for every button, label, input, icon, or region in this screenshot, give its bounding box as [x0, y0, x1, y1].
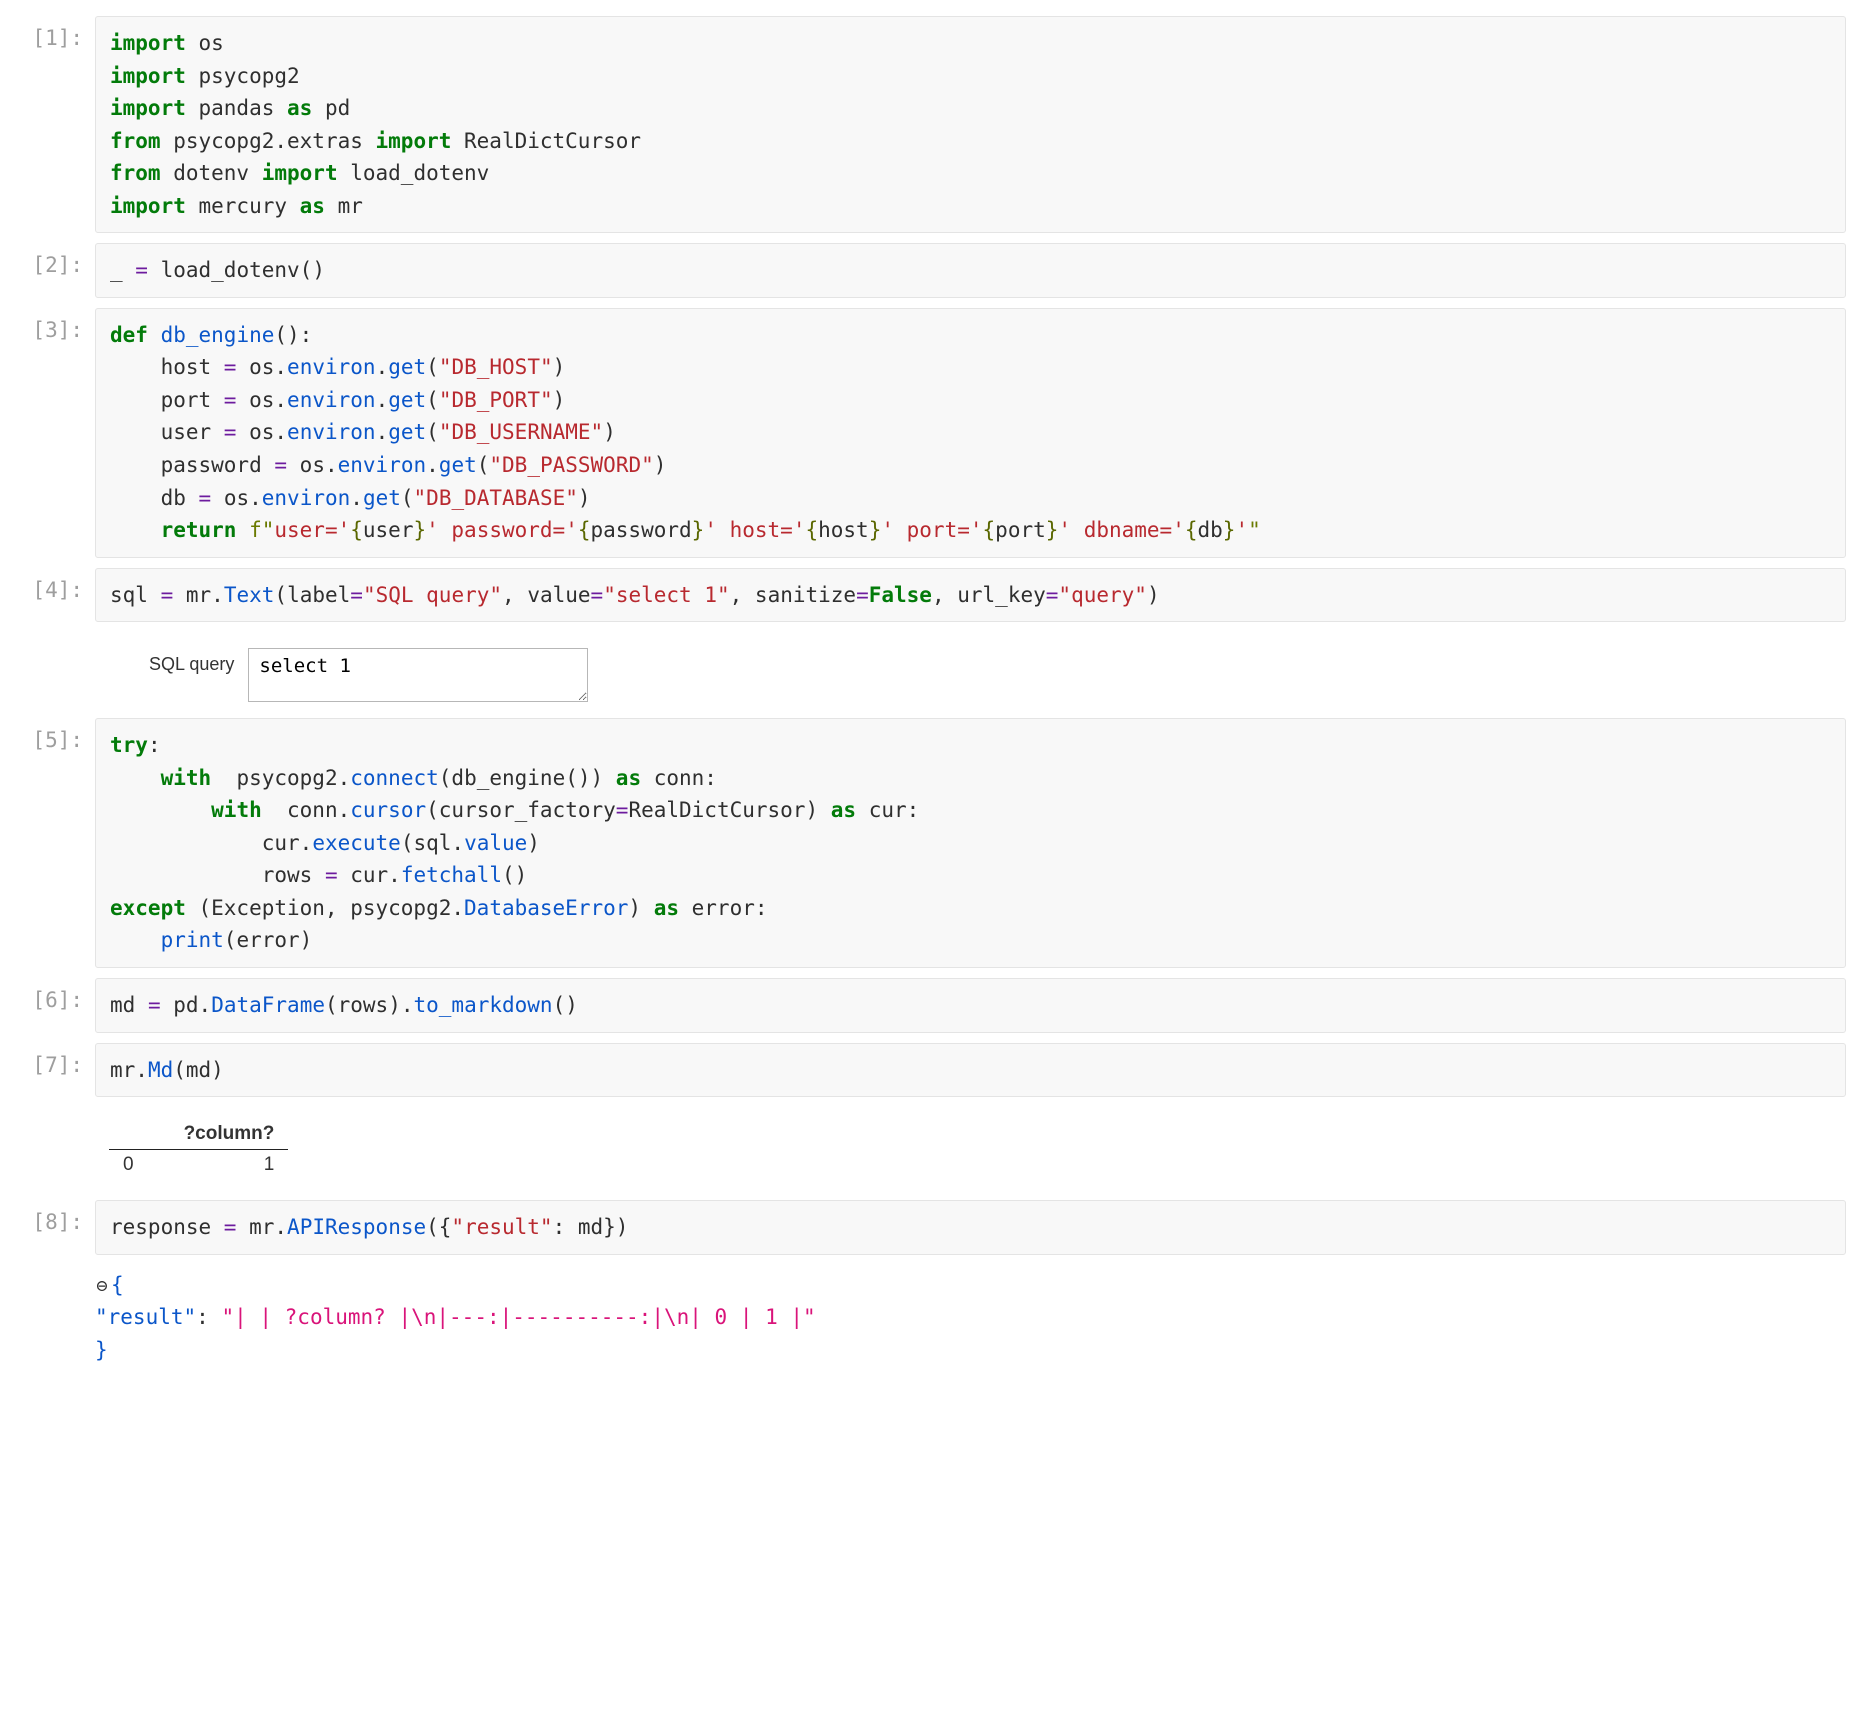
cell-3: [3]: def db_engine(): host = os.environ.…: [0, 308, 1870, 558]
json-value: "| | ?column? |\n|---:|----------:|\n| 0…: [221, 1305, 815, 1329]
code-2: _ = load_dotenv(): [110, 254, 1831, 287]
cell-8-output: ⊖{ "result": "| | ?column? |\n|---:|----…: [0, 1265, 1870, 1367]
table-header-row: ?column?: [109, 1119, 288, 1150]
prompt-6: [6]:: [0, 978, 95, 1012]
code-6: md = pd.DataFrame(rows).to_markdown(): [110, 989, 1831, 1022]
cell-2: [2]: _ = load_dotenv(): [0, 243, 1870, 298]
code-input-1[interactable]: import os import psycopg2 import pandas …: [95, 16, 1846, 233]
code-1: import os import psycopg2 import pandas …: [110, 27, 1831, 222]
cell-4-output: SQL query: [0, 632, 1870, 708]
prompt-5: [5]:: [0, 718, 95, 752]
cell-8: [8]: response = mr.APIResponse({"result"…: [0, 1200, 1870, 1255]
md-output: ?column? 0 1: [95, 1107, 1846, 1190]
cell-5: [5]: try: with psycopg2.connect(db_engin…: [0, 718, 1870, 968]
cell-6: [6]: md = pd.DataFrame(rows).to_markdown…: [0, 978, 1870, 1033]
json-colon: :: [196, 1305, 221, 1329]
json-open-brace: {: [111, 1273, 124, 1297]
cell-1: [1]: import os import psycopg2 import pa…: [0, 16, 1870, 233]
json-key: "result": [95, 1305, 196, 1329]
notebook: [1]: import os import psycopg2 import pa…: [0, 0, 1870, 1416]
table-header-column: ?column?: [170, 1119, 289, 1150]
json-output: ⊖{ "result": "| | ?column? |\n|---:|----…: [95, 1265, 1846, 1367]
cell-7: [7]: mr.Md(md): [0, 1043, 1870, 1098]
prompt-4-out: [0, 632, 95, 642]
sql-query-input[interactable]: [248, 648, 588, 702]
table-row: 0 1: [109, 1150, 288, 1181]
code-7: mr.Md(md): [110, 1054, 1831, 1087]
prompt-8: [8]:: [0, 1200, 95, 1234]
prompt-2: [2]:: [0, 243, 95, 277]
collapse-icon[interactable]: ⊖: [95, 1272, 109, 1301]
prompt-7: [7]:: [0, 1043, 95, 1077]
code-input-2[interactable]: _ = load_dotenv(): [95, 243, 1846, 298]
widget-output: SQL query: [95, 632, 1846, 708]
code-input-7[interactable]: mr.Md(md): [95, 1043, 1846, 1098]
cell-4: [4]: sql = mr.Text(label="SQL query", va…: [0, 568, 1870, 623]
prompt-3: [3]:: [0, 308, 95, 342]
prompt-8-out: [0, 1265, 95, 1275]
prompt-1: [1]:: [0, 16, 95, 50]
code-3: def db_engine(): host = os.environ.get("…: [110, 319, 1831, 547]
code-input-5[interactable]: try: with psycopg2.connect(db_engine()) …: [95, 718, 1846, 968]
table-header-blank: [109, 1119, 170, 1150]
widget-label: SQL query: [149, 648, 234, 675]
prompt-4: [4]:: [0, 568, 95, 602]
table-cell-value: 1: [170, 1150, 289, 1181]
json-close-brace: }: [95, 1338, 108, 1362]
code-input-3[interactable]: def db_engine(): host = os.environ.get("…: [95, 308, 1846, 558]
code-input-8[interactable]: response = mr.APIResponse({"result": md}…: [95, 1200, 1846, 1255]
table-cell-index: 0: [109, 1150, 170, 1181]
cell-7-output: ?column? 0 1: [0, 1107, 1870, 1190]
prompt-7-out: [0, 1107, 95, 1117]
code-input-6[interactable]: md = pd.DataFrame(rows).to_markdown(): [95, 978, 1846, 1033]
code-input-4[interactable]: sql = mr.Text(label="SQL query", value="…: [95, 568, 1846, 623]
code-8: response = mr.APIResponse({"result": md}…: [110, 1211, 1831, 1244]
result-table: ?column? 0 1: [109, 1119, 288, 1180]
code-4: sql = mr.Text(label="SQL query", value="…: [110, 579, 1831, 612]
code-5: try: with psycopg2.connect(db_engine()) …: [110, 729, 1831, 957]
